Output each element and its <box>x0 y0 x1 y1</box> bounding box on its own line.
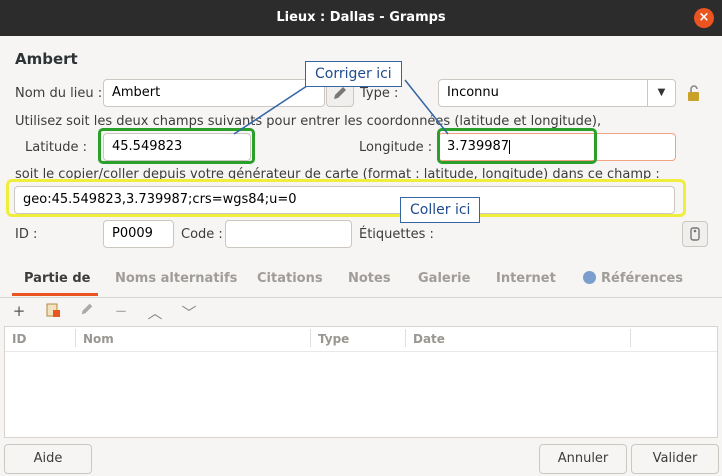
ok-button[interactable]: Valider <box>631 444 719 474</box>
column-separator <box>75 329 76 347</box>
edit-button[interactable] <box>76 302 98 320</box>
column-separator <box>310 329 311 347</box>
arrow-to-longitude <box>404 79 449 135</box>
list-toolbar: + − ︿ ﹀ <box>0 298 722 326</box>
tab-gallery[interactable]: Galerie <box>418 271 470 286</box>
tab-notes[interactable]: Notes <box>348 271 391 286</box>
column-date[interactable]: Date <box>413 332 445 346</box>
column-name[interactable]: Nom <box>83 332 114 346</box>
tab-part-of[interactable]: Partie de <box>24 271 91 286</box>
add-button[interactable]: + <box>8 302 30 320</box>
arrow-to-latitude <box>233 79 317 135</box>
chevron-down-icon: ﹀ <box>181 304 197 322</box>
cancel-button[interactable]: Annuler <box>539 444 627 474</box>
remove-button[interactable]: − <box>110 302 132 320</box>
globe-icon <box>583 271 596 284</box>
move-up-button[interactable]: ︿ <box>144 302 166 323</box>
part-of-table[interactable]: ID Nom Type Date <box>4 326 718 438</box>
tab-alternative-names[interactable]: Noms alternatifs <box>115 271 237 286</box>
help-button[interactable]: Aide <box>4 444 92 474</box>
tab-references[interactable]: Références <box>583 271 683 286</box>
header-divider <box>5 351 717 352</box>
tab-citations[interactable]: Citations <box>257 271 323 286</box>
chevron-up-icon: ︿ <box>147 304 163 322</box>
tab-bar: Partie de Noms alternatifs Citations Not… <box>0 262 722 298</box>
pencil-icon <box>81 303 93 315</box>
column-id[interactable]: ID <box>12 332 26 346</box>
plus-icon: + <box>12 302 26 320</box>
tab-references-label: Références <box>601 271 684 286</box>
tab-internet[interactable]: Internet <box>496 271 556 286</box>
column-type[interactable]: Type <box>318 332 349 346</box>
active-tab-indicator <box>12 293 98 296</box>
column-separator <box>405 329 406 347</box>
column-separator <box>630 329 631 347</box>
minus-icon: − <box>114 302 128 320</box>
fix-here-callout: Corriger ici <box>305 61 402 87</box>
share-icon <box>46 303 60 317</box>
share-existing-button[interactable] <box>42 302 64 322</box>
move-down-button[interactable]: ﹀ <box>178 302 200 323</box>
paste-here-callout: Coller ici <box>400 197 481 223</box>
